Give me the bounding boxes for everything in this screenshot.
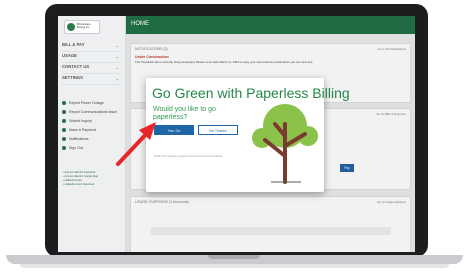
sidebar-link-label: Notifications [69, 137, 89, 141]
sidebar-section-usage[interactable]: USAGE ⌄ [62, 53, 121, 63]
sidebar-link-notifications[interactable]: Notifications [62, 137, 89, 143]
payment-icon [62, 128, 66, 133]
sidebar-link-submit-inquiry[interactable]: Submit Inquiry [62, 119, 92, 125]
sidebar-link-label: Report Power Outage [69, 101, 104, 105]
paperless-modal: Go Green with Paperless Billing Would yo… [146, 78, 350, 192]
chevron-down-icon: ⌄ [115, 65, 119, 70]
sidebar-section-settings[interactable]: SETTINGS ⌄ [62, 75, 121, 85]
sidebar-link-label: Sign Out [69, 146, 83, 150]
no-thanks-button[interactable]: No Thanks [198, 125, 238, 135]
laptop-shadow [20, 264, 449, 268]
company-logo[interactable]: Brickenlane Energy Inc. [64, 20, 100, 34]
sidebar-link-label: Report Communications Issue [69, 110, 118, 114]
bell-icon [62, 137, 66, 142]
chevron-down-icon: ⌄ [115, 76, 119, 81]
sidebar-section-contact-us[interactable]: CONTACT US ⌄ [62, 64, 121, 74]
logo-icon [67, 23, 75, 31]
social-link[interactable]: • Antonov Electric Facebook [63, 171, 95, 174]
modal-note: NOTE: This will apply to all your accoun… [154, 155, 223, 158]
sidebar-link-report-outage[interactable]: Report Power Outage [62, 101, 104, 107]
communications-icon [62, 110, 66, 115]
go-paperless-button[interactable]: Yes, Go Paperless [154, 125, 194, 143]
sidebar-section-label: SETTINGS [62, 75, 83, 80]
laptop-notch [208, 255, 260, 259]
sidebar-link-label: Submit Inquiry [69, 119, 92, 123]
sidebar-link-report-communications[interactable]: Report Communications Issue [62, 110, 117, 116]
chevron-down-icon: ⌄ [115, 54, 119, 59]
social-link[interactable]: • Hellas/Connect Facebook [63, 183, 94, 186]
social-link[interactable]: • Hellas/Connect [63, 179, 82, 182]
chevron-down-icon: ⌄ [115, 43, 119, 48]
sidebar-link-make-payment[interactable]: Make a Payment [62, 128, 96, 134]
sign-out-icon [62, 146, 66, 151]
screen: Brickenlane Energy Inc. BILL & PAY ⌄ USA… [58, 16, 415, 252]
sidebar-link-label: Make a Payment [69, 128, 96, 132]
sidebar-section-label: USAGE [62, 53, 77, 58]
sidebar: Brickenlane Energy Inc. BILL & PAY ⌄ USA… [58, 16, 126, 252]
outage-icon [62, 101, 66, 106]
top-bar: HOME [126, 16, 415, 34]
sidebar-section-bill-pay[interactable]: BILL & PAY ⌄ [62, 42, 121, 52]
social-link[interactable]: • Antonov Electric Google Map [63, 175, 98, 178]
sidebar-link-sign-out[interactable]: Sign Out [62, 146, 83, 152]
logo-text: Brickenlane Energy Inc. [77, 23, 91, 29]
page-title: HOME [131, 21, 149, 27]
modal-question: Would you like to go paperless? [153, 106, 216, 121]
sidebar-section-label: BILL & PAY [62, 42, 85, 47]
sidebar-section-label: CONTACT US [62, 64, 90, 69]
inquiry-icon [62, 119, 66, 124]
tree-illustration [252, 104, 318, 184]
